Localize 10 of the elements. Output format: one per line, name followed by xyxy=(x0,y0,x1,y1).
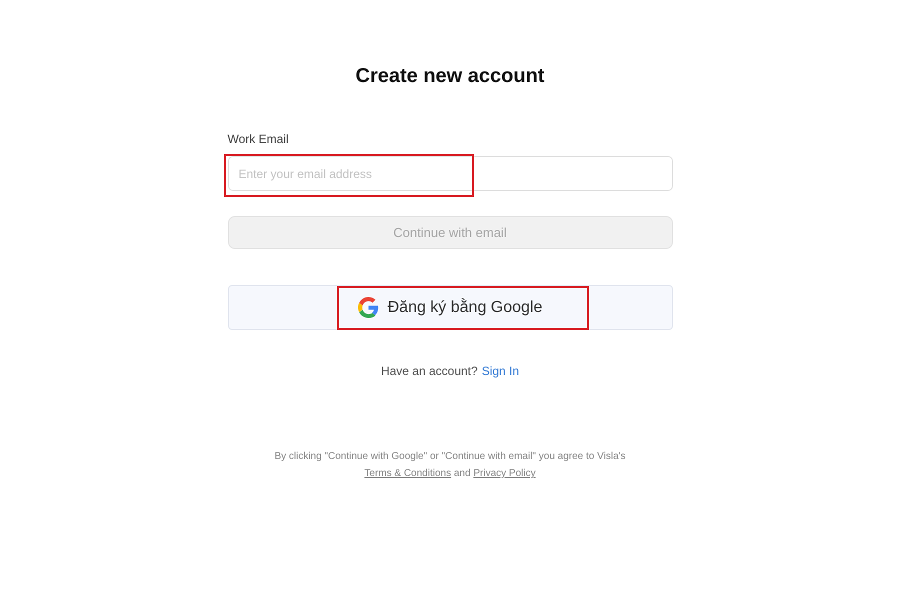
privacy-link[interactable]: Privacy Policy xyxy=(473,468,536,479)
email-field[interactable]: Enter your email address xyxy=(228,156,672,191)
sign-in-link[interactable]: Sign In xyxy=(482,364,520,378)
google-icon xyxy=(358,297,379,318)
page-title: Create new account xyxy=(356,64,544,89)
google-button[interactable]: Đăng ký bằng Google xyxy=(228,285,672,330)
field-label: Work Email xyxy=(228,132,290,146)
terms-link[interactable]: Terms & Conditions xyxy=(364,468,452,479)
signin-prompt: Have an account? xyxy=(380,364,478,378)
legal-notice: By clicking "Continue with Google" or "Continue with email" you agree to Visla's Terms & Conditions and Privacy Policy xyxy=(274,450,626,481)
